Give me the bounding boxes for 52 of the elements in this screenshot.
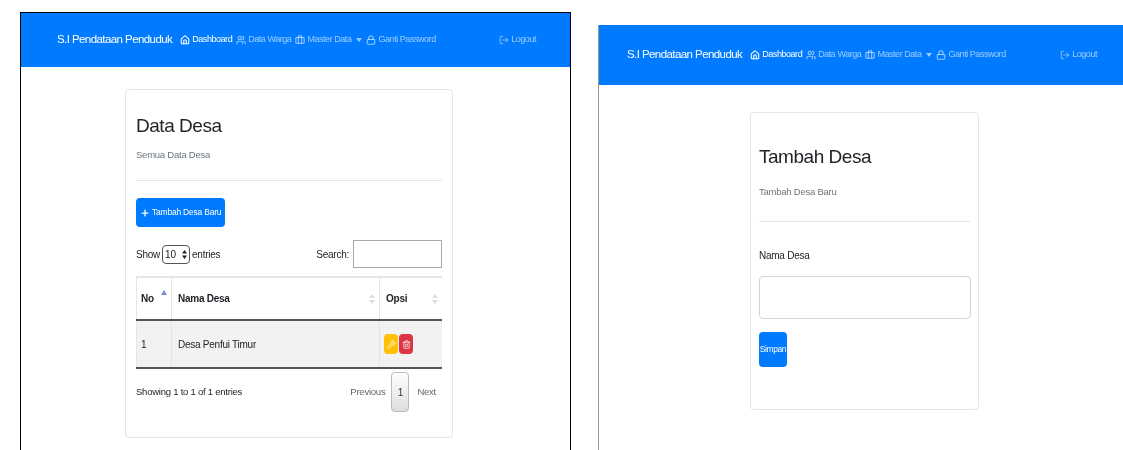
home-icon bbox=[180, 35, 191, 45]
table-cell: 1 bbox=[136, 321, 172, 367]
card-subtitle: Semua Data Desa bbox=[136, 147, 212, 162]
users-icon bbox=[806, 50, 817, 60]
add-button[interactable]: Tambah Desa Baru bbox=[136, 198, 226, 227]
caret-icon bbox=[926, 53, 933, 57]
trash-icon bbox=[401, 339, 411, 349]
search-field[interactable] bbox=[353, 240, 442, 268]
search-label: Search: bbox=[316, 247, 349, 262]
show-label: Show bbox=[136, 247, 160, 262]
nav-link[interactable]: Ganti Password bbox=[366, 33, 436, 47]
nav-link[interactable]: Dashboard bbox=[180, 33, 233, 47]
page-button[interactable]: 1 bbox=[391, 372, 410, 412]
logout-icon bbox=[499, 35, 510, 45]
card-title: Data Desa bbox=[136, 114, 223, 138]
column-header[interactable]: Nama Desa bbox=[172, 278, 380, 319]
column-header[interactable]: No bbox=[136, 278, 172, 319]
users-icon bbox=[236, 35, 247, 45]
lock-icon bbox=[366, 35, 377, 45]
next-link[interactable]: Next bbox=[417, 384, 436, 400]
brand-link[interactable]: S.I Pendataan Penduduk bbox=[627, 46, 743, 64]
spinner-icon bbox=[182, 249, 187, 259]
brand-link[interactable]: S.I Pendataan Penduduk bbox=[57, 31, 173, 49]
nav-link[interactable]: Dashboard bbox=[750, 48, 803, 62]
nav-link[interactable]: Master Data bbox=[865, 48, 933, 62]
card-title: Tambah Desa bbox=[759, 145, 873, 169]
logout-link[interactable]: Logout bbox=[499, 33, 536, 47]
plus-icon bbox=[140, 207, 150, 218]
edit-button[interactable] bbox=[384, 334, 398, 354]
nav-link[interactable]: Master Data bbox=[295, 33, 363, 47]
entries-label: entries bbox=[192, 247, 221, 262]
column-header[interactable]: Opsi bbox=[380, 278, 442, 319]
table-cell: Desa Penfui Timur bbox=[172, 321, 380, 367]
home-icon bbox=[750, 50, 761, 60]
length-select[interactable]: 10 bbox=[162, 244, 190, 264]
wrench-icon bbox=[386, 339, 396, 349]
card-subtitle: Tambah Desa Baru bbox=[759, 184, 838, 199]
previous-link[interactable]: Previous bbox=[350, 384, 386, 400]
field-label: Nama Desa bbox=[759, 249, 811, 263]
table-info: Showing 1 to 1 of 1 entries bbox=[136, 384, 243, 399]
lock-icon bbox=[936, 50, 947, 60]
delete-button[interactable] bbox=[399, 334, 413, 354]
briefcase-icon bbox=[295, 35, 306, 45]
submit-button[interactable]: Simpan bbox=[759, 332, 787, 367]
caret-icon bbox=[356, 38, 363, 42]
briefcase-icon bbox=[865, 50, 876, 60]
logout-icon bbox=[1060, 50, 1071, 60]
nav-link[interactable]: Data Warga bbox=[806, 48, 862, 62]
input-field[interactable] bbox=[759, 276, 971, 319]
nav-link[interactable]: Ganti Password bbox=[936, 48, 1006, 62]
logout-link[interactable]: Logout bbox=[1060, 48, 1097, 62]
nav-link[interactable]: Data Warga bbox=[236, 33, 292, 47]
